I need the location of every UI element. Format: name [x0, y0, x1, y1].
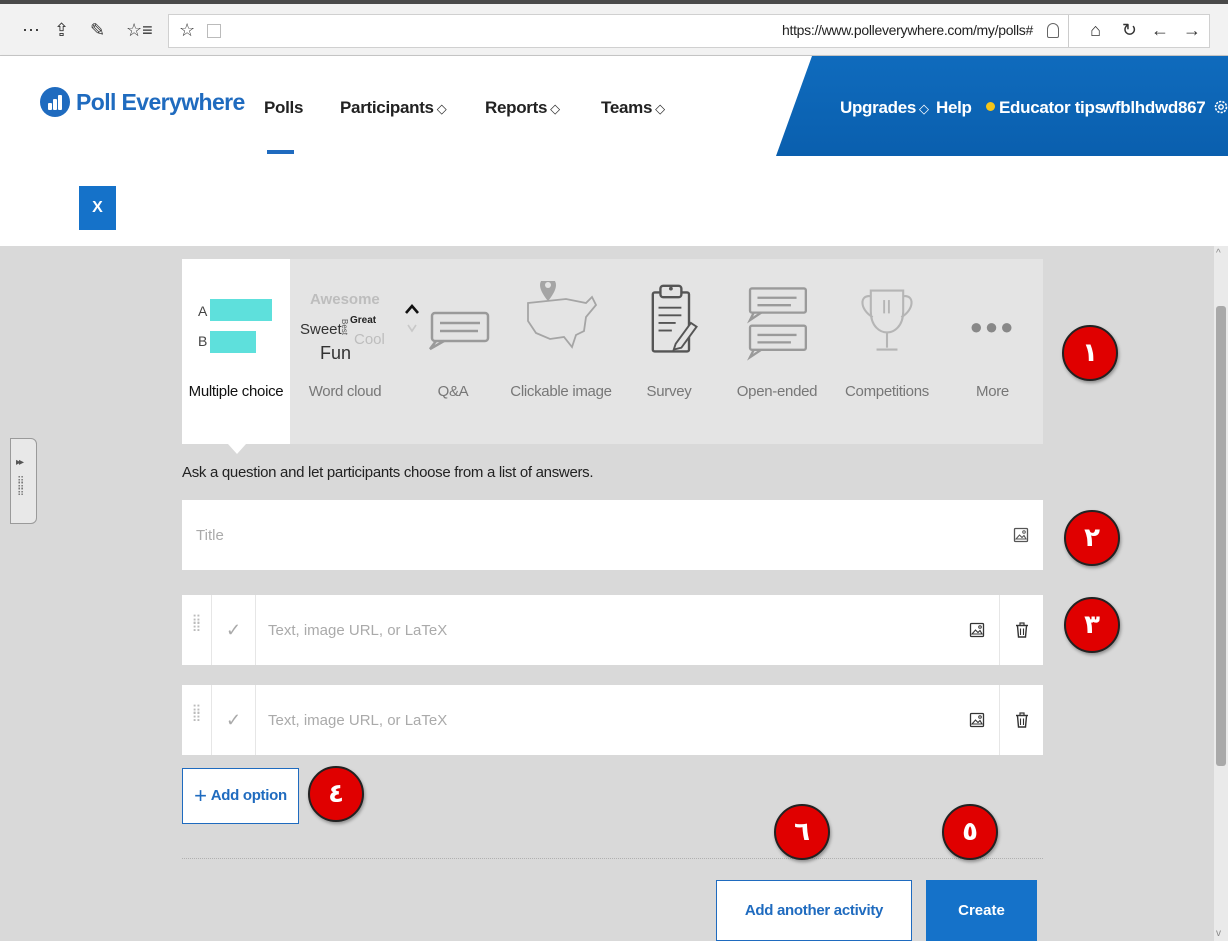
- callout-4: ٤: [308, 766, 364, 822]
- type-label: Survey: [646, 383, 692, 400]
- scroll-down-icon[interactable]: v: [1216, 928, 1221, 939]
- app-header: Poll Everywhere Polls Participants ◇ Repo…: [0, 56, 1228, 156]
- active-nav-indicator: [267, 150, 294, 154]
- grip-icon: ⠿ ⠿ ⠿: [17, 476, 25, 499]
- image-icon[interactable]: [969, 712, 985, 728]
- header-account-area: Upgrades ◇ Help Educator tips wfblhdwd867: [776, 56, 1228, 156]
- delete-option[interactable]: [999, 595, 1043, 665]
- divider: [182, 858, 1043, 859]
- type-more[interactable]: ●●● More: [942, 259, 1043, 444]
- option-row: ⠿ ⠿ ✓: [182, 595, 1043, 665]
- type-label: Open-ended: [736, 383, 818, 400]
- scrollbar[interactable]: ^ v: [1214, 246, 1228, 941]
- type-label: Competitions: [845, 383, 929, 400]
- selection-pointer: [228, 444, 246, 454]
- qa-icon: [405, 304, 490, 351]
- callout-2: ٢: [1064, 510, 1120, 566]
- scroll-up-icon[interactable]: ^: [1216, 248, 1221, 259]
- nav-teams[interactable]: Teams ◇: [601, 98, 665, 118]
- map-pin-icon: [527, 281, 598, 349]
- trash-icon[interactable]: [1014, 622, 1030, 638]
- expand-icon: ▸▸: [16, 457, 24, 468]
- callout-3: ٣: [1064, 597, 1120, 653]
- type-clickable-image[interactable]: Clickable image: [506, 259, 616, 444]
- type-competitions[interactable]: Competitions: [832, 259, 942, 444]
- clipboard-icon: [651, 284, 698, 353]
- back-icon[interactable]: ←: [1151, 18, 1169, 42]
- close-row: X: [0, 156, 1228, 246]
- logo-text: Poll Everywhere: [76, 88, 245, 115]
- share-icon[interactable]: ⇪: [54, 18, 69, 42]
- diamond-icon: ◇: [655, 101, 665, 116]
- type-qa[interactable]: Q&A: [400, 259, 506, 444]
- option-input[interactable]: [268, 685, 948, 755]
- browser-toolbar: ⋯ ⇪ ✎ ☆≡ ☆ https://www.polleverywhere.co…: [0, 0, 1228, 56]
- logo-icon: [40, 87, 70, 117]
- plus-icon: +: [194, 783, 207, 808]
- gear-icon: [1214, 100, 1228, 114]
- type-label: More: [976, 383, 1009, 400]
- favorites-list-icon[interactable]: ☆≡: [126, 18, 153, 42]
- callout-1: ١: [1062, 325, 1118, 381]
- lock-icon: [1047, 23, 1059, 38]
- nav-reports[interactable]: Reports ◇: [485, 98, 560, 118]
- educator-tips-link[interactable]: Educator tips: [986, 98, 1104, 118]
- url-text[interactable]: https://www.polleverywhere.com/my/polls#: [782, 22, 1033, 38]
- activity-type-selector: A B Multiple choice Awesome Sweet Best G…: [182, 259, 1043, 444]
- forward-icon[interactable]: →: [1183, 18, 1201, 42]
- star-icon[interactable]: ☆: [179, 18, 195, 42]
- user-menu[interactable]: wfblhdwd867: [1102, 98, 1228, 118]
- scroll-thumb[interactable]: [1216, 306, 1226, 766]
- delete-option[interactable]: [999, 685, 1043, 755]
- type-word-cloud[interactable]: Awesome Sweet Best Great Cool Fun Word c…: [290, 259, 400, 444]
- address-bar[interactable]: ☆ https://www.polleverywhere.com/my/poll…: [168, 14, 1210, 48]
- help-link[interactable]: Help: [936, 98, 972, 118]
- type-label: Q&A: [437, 383, 469, 400]
- more-icon[interactable]: ⋯: [22, 18, 40, 42]
- upgrades-link[interactable]: Upgrades ◇: [840, 98, 929, 118]
- add-option-button[interactable]: + Add option: [182, 768, 299, 824]
- correct-answer-check-icon[interactable]: ✓: [212, 595, 256, 665]
- more-dots-icon: ●●●: [969, 314, 1016, 339]
- image-icon[interactable]: [969, 622, 985, 638]
- nav-polls[interactable]: Polls: [264, 98, 303, 118]
- nav-participants[interactable]: Participants ◇: [340, 98, 447, 118]
- option-row: ⠿ ⠿ ✓: [182, 685, 1043, 755]
- add-another-activity-button[interactable]: Add another activity: [716, 880, 912, 941]
- word-cloud-icon: Awesome Sweet Best Great Cool Fun: [300, 291, 385, 363]
- diamond-icon: ◇: [550, 101, 560, 116]
- tips-dot-icon: [986, 102, 995, 111]
- create-button[interactable]: Create: [926, 880, 1037, 941]
- type-open-ended[interactable]: Open-ended: [722, 259, 832, 444]
- option-input[interactable]: [268, 595, 948, 665]
- reading-view-icon[interactable]: [207, 24, 221, 38]
- correct-answer-check-icon[interactable]: ✓: [212, 685, 256, 755]
- open-ended-icon: [747, 287, 807, 361]
- callout-5: ٥: [942, 804, 998, 860]
- drag-handle-icon[interactable]: ⠿ ⠿: [182, 685, 212, 755]
- drag-handle-icon[interactable]: ⠿ ⠿: [182, 595, 212, 665]
- url-divider: [1068, 15, 1069, 47]
- image-icon[interactable]: [1013, 527, 1029, 543]
- type-label: Word cloud: [308, 383, 382, 400]
- diamond-icon: ◇: [919, 101, 929, 116]
- multiple-choice-icon: A B: [182, 287, 290, 367]
- title-field-container: [182, 500, 1043, 570]
- activity-description: Ask a question and let participants choo…: [182, 464, 594, 481]
- type-label: Clickable image: [510, 383, 612, 400]
- close-button[interactable]: X: [79, 186, 116, 230]
- side-panel-handle[interactable]: ▸▸ ⠿ ⠿ ⠿: [10, 438, 37, 524]
- type-multiple-choice[interactable]: A B Multiple choice: [182, 259, 290, 444]
- type-survey[interactable]: Survey: [616, 259, 722, 444]
- pen-icon[interactable]: ✎: [90, 18, 105, 42]
- refresh-icon[interactable]: ↻: [1122, 18, 1137, 42]
- trash-icon[interactable]: [1014, 712, 1030, 728]
- type-label: Multiple choice: [188, 383, 284, 400]
- callout-6: ٦: [774, 804, 830, 860]
- title-input[interactable]: [182, 500, 982, 570]
- logo[interactable]: Poll Everywhere: [40, 87, 245, 117]
- trophy-icon: [861, 289, 913, 351]
- home-icon[interactable]: ⌂: [1090, 18, 1101, 42]
- diamond-icon: ◇: [436, 101, 447, 116]
